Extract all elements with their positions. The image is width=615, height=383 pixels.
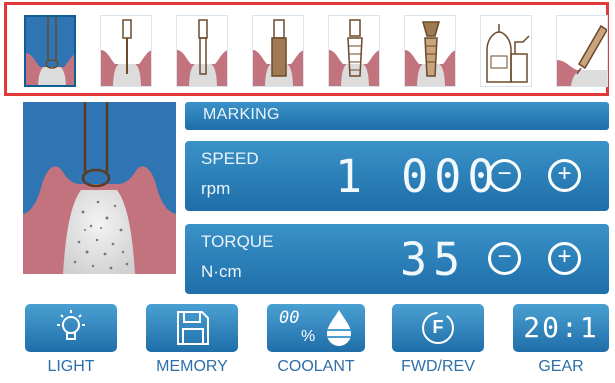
- coolant-percent-unit: %: [301, 328, 316, 345]
- fwd-rev-label: FWD/REV: [401, 358, 475, 375]
- water-drop-icon: [327, 310, 351, 346]
- light-label: LIGHT: [47, 358, 95, 375]
- pilot-drill-icon: [101, 19, 151, 86]
- step-selection-bar: [4, 2, 609, 96]
- light-bulb-icon: [57, 310, 85, 340]
- step-drill-active[interactable]: [24, 15, 76, 87]
- step-tap[interactable]: [328, 15, 380, 87]
- speed-increase-button[interactable]: +: [548, 159, 581, 192]
- procedure-title: MARKING: [203, 106, 280, 123]
- floppy-disk-icon: [177, 311, 209, 345]
- torque-unit: N·cm: [201, 262, 242, 281]
- gear-label: GEAR: [538, 358, 584, 375]
- coolant-button[interactable]: 00 %: [267, 304, 365, 352]
- torque-value: 35: [400, 233, 467, 286]
- coolant-level-display: 00: [279, 308, 300, 328]
- wide-drill-icon: [253, 19, 303, 86]
- direction-indicator: F: [432, 317, 444, 337]
- gear-ratio-display: 20:1: [523, 311, 599, 344]
- speed-value: 1 000: [335, 150, 501, 203]
- torque-panel: TORQUE N·cm 35 − +: [185, 224, 609, 294]
- drill-active-icon: [26, 17, 74, 85]
- step-irrigation[interactable]: [556, 15, 608, 87]
- memory-label: MEMORY: [156, 358, 228, 375]
- bone-drilling-illustration: [23, 102, 176, 274]
- step-twist-drill[interactable]: [176, 15, 228, 87]
- procedure-title-bar: MARKING: [185, 102, 609, 130]
- coolant-label: COOLANT: [277, 358, 355, 375]
- step-implant-placement[interactable]: [404, 15, 456, 87]
- torque-label: TORQUE: [201, 232, 274, 251]
- fwd-rev-button[interactable]: F: [392, 304, 484, 352]
- speed-panel: SPEED rpm 1 000 − +: [185, 141, 609, 211]
- procedure-illustration: [23, 102, 176, 274]
- step-cleaning[interactable]: [480, 15, 532, 87]
- tap-icon: [329, 19, 379, 86]
- torque-increase-button[interactable]: +: [548, 242, 581, 275]
- speed-decrease-button[interactable]: −: [488, 159, 521, 192]
- gear-button[interactable]: 20:1: [513, 304, 609, 352]
- step-pilot-drill[interactable]: [100, 15, 152, 87]
- cleaning-bottles-icon: [486, 24, 530, 83]
- implant-placement-icon: [405, 21, 455, 86]
- twist-drill-icon: [177, 19, 227, 86]
- torque-decrease-button[interactable]: −: [488, 242, 521, 275]
- irrigation-nozzle-icon: [557, 24, 607, 86]
- memory-button[interactable]: [146, 304, 238, 352]
- speed-unit: rpm: [201, 179, 231, 198]
- light-button[interactable]: [25, 304, 117, 352]
- step-wide-drill[interactable]: [252, 15, 304, 87]
- speed-label: SPEED: [201, 149, 259, 168]
